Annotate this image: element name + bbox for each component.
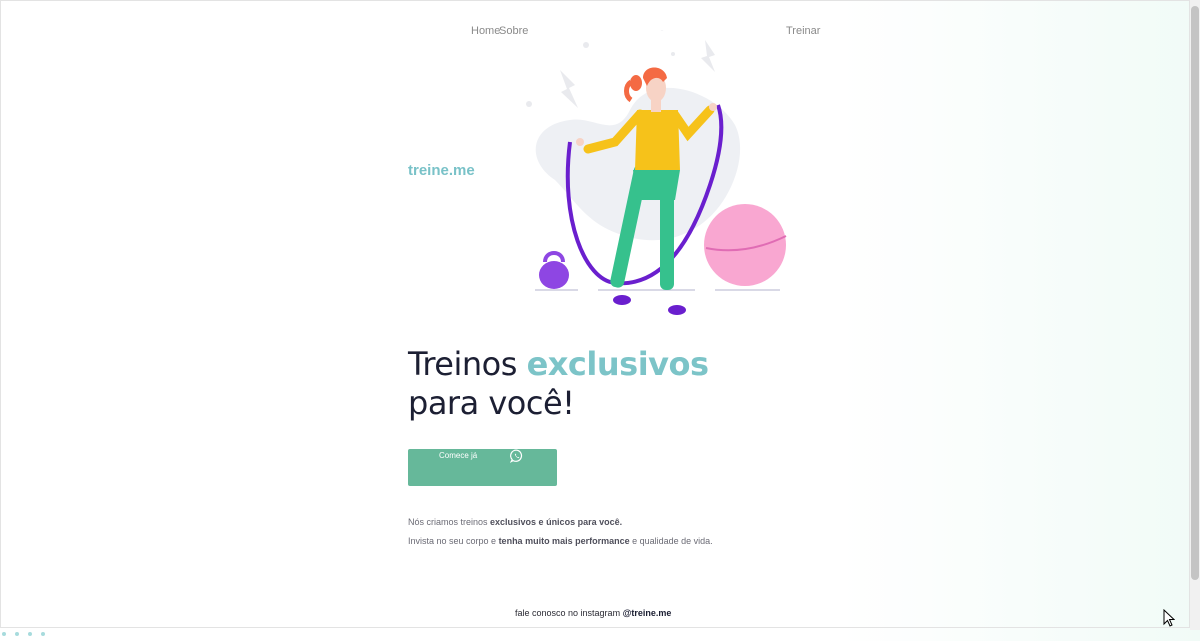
lightning-icon (560, 70, 578, 108)
kettlebell (543, 251, 565, 263)
lightning-icon (701, 40, 715, 72)
start-now-button[interactable]: Comece já (408, 449, 557, 486)
footer-contact: fale conosco no instagram @treine.me (515, 608, 672, 618)
page-title: Treinos exclusivos para você! (408, 345, 709, 422)
description-line-1: Nós criamos treinos exclusivos e únicos … (408, 517, 623, 527)
mouse-cursor-icon (1163, 609, 1175, 627)
brand-logo: treine.me (408, 162, 475, 179)
exercise-ball (704, 204, 786, 286)
whatsapp-icon (510, 449, 523, 463)
hero-illustration (526, 30, 787, 315)
nav-home-link[interactable]: Home (471, 25, 500, 37)
scrollbar[interactable] (1190, 0, 1200, 630)
description-line-2: Invista no seu corpo e tenha muito mais … (408, 536, 713, 546)
scrollbar-thumb[interactable] (1191, 6, 1199, 580)
instagram-link[interactable]: @treine.me (623, 608, 672, 618)
headline-accent: exclusivos (526, 345, 709, 383)
start-now-label: Comece já (439, 451, 478, 460)
decorative-dots (2, 623, 54, 641)
